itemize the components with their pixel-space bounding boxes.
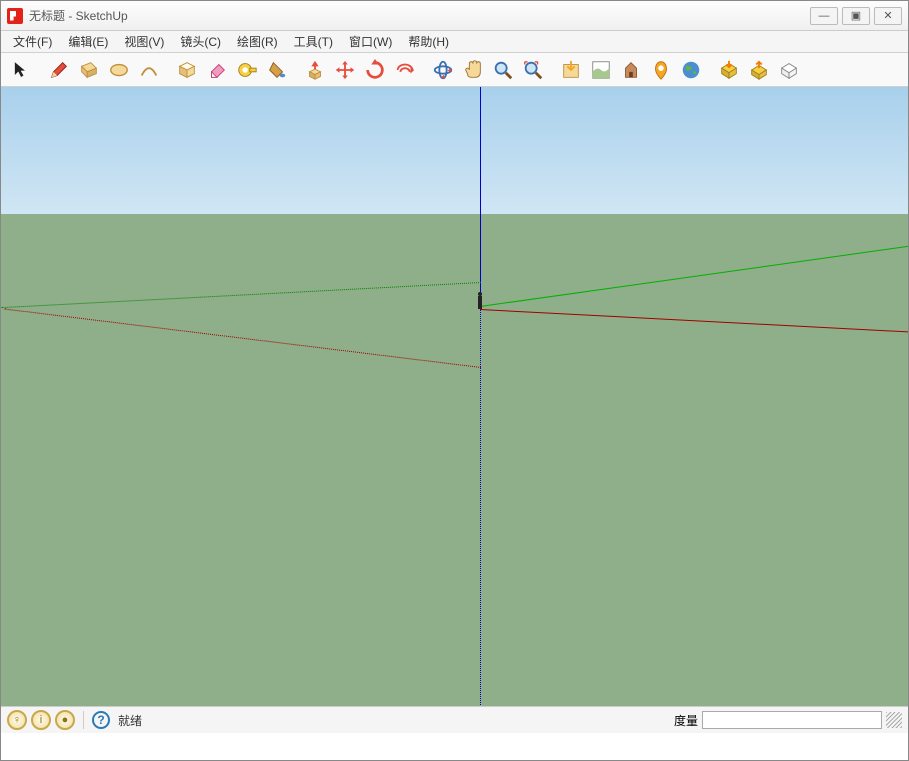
toggle-terrain-tool[interactable] xyxy=(587,56,615,84)
window-controls: — ▣ ✕ xyxy=(810,7,902,25)
menu-help[interactable]: 帮助(H) xyxy=(400,31,457,52)
titlebar: 无标题 - SketchUp — ▣ ✕ xyxy=(1,1,908,31)
select-icon xyxy=(10,59,32,81)
rectangle-tool[interactable] xyxy=(75,56,103,84)
measure-input[interactable] xyxy=(702,711,882,729)
paint-bucket-icon xyxy=(266,59,288,81)
pan-icon xyxy=(462,59,484,81)
statusbar: ♀ i ● ? 就绪 度量 xyxy=(1,707,908,733)
rotate-icon xyxy=(364,59,386,81)
instructor-toggle[interactable]: ♀ xyxy=(7,710,27,730)
ground-background xyxy=(1,214,908,706)
warehouse-upload-icon xyxy=(748,59,770,81)
select-tool[interactable] xyxy=(7,56,35,84)
menu-camera[interactable]: 镜头(C) xyxy=(172,31,229,52)
axis-z-negative xyxy=(480,309,481,707)
get-models-tool[interactable] xyxy=(557,56,585,84)
minimize-button[interactable]: — xyxy=(810,7,838,25)
paint-bucket-tool[interactable] xyxy=(263,56,291,84)
line-tool[interactable] xyxy=(45,56,73,84)
pencil-icon xyxy=(48,59,70,81)
window-title: 无标题 - SketchUp xyxy=(29,7,810,24)
preview-earth-tool[interactable] xyxy=(677,56,705,84)
circle-tool[interactable] xyxy=(105,56,133,84)
building-tool[interactable] xyxy=(617,56,645,84)
zoom-tool[interactable] xyxy=(489,56,517,84)
move-tool[interactable] xyxy=(331,56,359,84)
arc-icon xyxy=(138,59,160,81)
menubar: 文件(F) 编辑(E) 视图(V) 镜头(C) 绘图(R) 工具(T) 窗口(W… xyxy=(1,31,908,53)
rotate-tool[interactable] xyxy=(361,56,389,84)
menu-view[interactable]: 视图(V) xyxy=(116,31,172,52)
extension-tool[interactable] xyxy=(775,56,803,84)
push-pull-icon xyxy=(304,59,326,81)
tape-measure-icon xyxy=(236,59,258,81)
preview-earth-icon xyxy=(680,59,702,81)
menu-tools[interactable]: 工具(T) xyxy=(286,31,341,52)
menu-window[interactable]: 窗口(W) xyxy=(341,31,400,52)
status-text: 就绪 xyxy=(114,712,142,729)
warehouse-get-icon xyxy=(560,59,582,81)
menu-file[interactable]: 文件(F) xyxy=(5,31,60,52)
make-component-icon xyxy=(176,59,198,81)
sky-background xyxy=(1,87,908,214)
menu-edit[interactable]: 编辑(E) xyxy=(60,31,116,52)
offset-tool[interactable] xyxy=(391,56,419,84)
resize-grip[interactable] xyxy=(886,712,902,728)
circle-icon xyxy=(108,59,130,81)
eraser-icon xyxy=(206,59,228,81)
push-pull-tool[interactable] xyxy=(301,56,329,84)
maximize-button[interactable]: ▣ xyxy=(842,7,870,25)
info-toggle[interactable]: i xyxy=(31,710,51,730)
menu-draw[interactable]: 绘图(R) xyxy=(229,31,286,52)
orbit-icon xyxy=(432,59,454,81)
move-icon xyxy=(334,59,356,81)
app-icon xyxy=(7,8,23,24)
help-icon[interactable]: ? xyxy=(92,711,110,729)
tape-measure-tool[interactable] xyxy=(233,56,261,84)
scale-figure xyxy=(477,292,483,310)
photo-textures-tool[interactable] xyxy=(647,56,675,84)
rectangle-icon xyxy=(78,59,100,81)
zoom-icon xyxy=(492,59,514,81)
toolbar xyxy=(1,53,908,87)
viewport[interactable] xyxy=(1,87,908,707)
warehouse-upload-tool[interactable] xyxy=(745,56,773,84)
photo-textures-icon xyxy=(650,59,672,81)
pan-tool[interactable] xyxy=(459,56,487,84)
warehouse-download-tool[interactable] xyxy=(715,56,743,84)
measure-label: 度量 xyxy=(674,712,698,729)
arc-tool[interactable] xyxy=(135,56,163,84)
orbit-tool[interactable] xyxy=(429,56,457,84)
close-button[interactable]: ✕ xyxy=(874,7,902,25)
make-component-tool[interactable] xyxy=(173,56,201,84)
toggle-terrain-icon xyxy=(590,59,612,81)
extension-icon xyxy=(778,59,800,81)
eraser-tool[interactable] xyxy=(203,56,231,84)
zoom-extents-icon xyxy=(522,59,544,81)
building-icon xyxy=(620,59,642,81)
warehouse-download-icon xyxy=(718,59,740,81)
zoom-extents-tool[interactable] xyxy=(519,56,547,84)
axis-z-positive xyxy=(480,87,481,309)
separator xyxy=(83,711,84,729)
offset-icon xyxy=(394,59,416,81)
user-toggle[interactable]: ● xyxy=(55,710,75,730)
